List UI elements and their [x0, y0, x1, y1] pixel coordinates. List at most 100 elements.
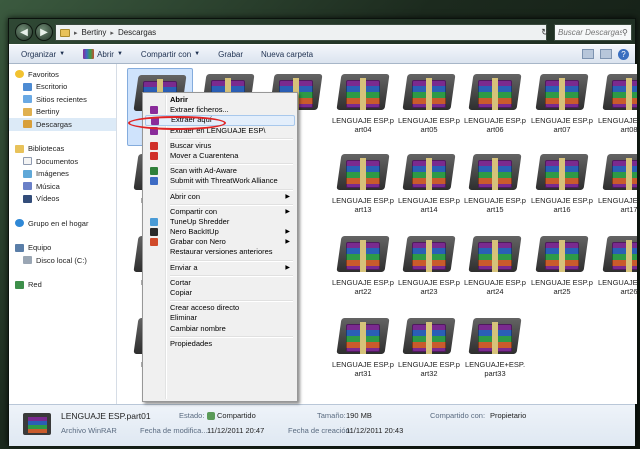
file-item[interactable]: LENGUAJE ESP.part04	[330, 68, 396, 146]
red-highlight-circle	[128, 116, 226, 130]
nav-homegroup[interactable]: Grupo en el hogar	[9, 217, 116, 230]
breadcrumb-descargas[interactable]: Descargas	[118, 28, 156, 37]
file-name: LENGUAJE ESP.part16	[531, 196, 593, 214]
winrar-archive-icon	[402, 154, 456, 192]
menu-item[interactable]: Copiar	[145, 288, 295, 298]
nero-burn-icon	[150, 238, 158, 247]
menu-item[interactable]: Cortar	[145, 278, 295, 288]
file-item[interactable]: LENGUAJE ESP.part14	[396, 148, 462, 226]
file-item[interactable]: LENGUAJE ESP.part15	[462, 148, 528, 226]
menu-item[interactable]: Abrir con ▶	[145, 192, 295, 202]
menu-item[interactable]: TuneUp Shredder	[145, 217, 295, 227]
file-item[interactable]: LENGUAJE ESP.part16	[529, 148, 595, 226]
address-bar[interactable]: ▸ Bertiny ▸ Descargas	[55, 24, 547, 41]
nav-libraries[interactable]: Bibliotecas	[9, 143, 116, 156]
nav-favorites[interactable]: Favoritos	[9, 68, 116, 81]
back-button[interactable]: ◀	[15, 23, 33, 41]
menu-item[interactable]: Eliminar	[145, 313, 295, 323]
nav-item-imagenes[interactable]: Imágenes	[9, 168, 116, 181]
nav-computer[interactable]: Equipo	[9, 242, 116, 255]
menu-item[interactable]: Nero BackItUp ▶	[145, 227, 295, 237]
menu-item-label: Propiedades	[170, 338, 213, 348]
menu-item[interactable]: Buscar virus	[145, 141, 295, 151]
nav-label: Equipo	[28, 243, 52, 253]
file-item[interactable]: LENGUAJE ESP.part24	[462, 230, 528, 308]
menu-item[interactable]: Scan with Ad-Aware	[145, 166, 295, 176]
share-with-button[interactable]: Compartir con ▼	[137, 50, 204, 59]
menu-item[interactable]: Enviar a ▶	[145, 263, 295, 273]
file-name: LENGUAJE ESP.part31	[332, 360, 394, 378]
nav-network[interactable]: Red	[9, 279, 116, 292]
submenu-arrow-icon: ▶	[285, 264, 290, 271]
preview-pane-icon[interactable]	[600, 48, 612, 59]
file-item[interactable]: LENGUAJE ESP.part07	[529, 68, 595, 146]
file-item[interactable]: LENGUAJE ESP.part06	[462, 68, 528, 146]
open-button[interactable]: Abrir ▼	[79, 49, 127, 59]
nav-item-disk-c[interactable]: Disco local (C:)	[9, 254, 116, 267]
winrar-archive-icon	[402, 318, 456, 356]
menu-item[interactable]: Restaurar versiones anteriores	[145, 247, 295, 257]
winrar-archive-icon	[336, 236, 390, 274]
file-item[interactable]: LENGUAJE+ESP.part33	[462, 312, 528, 390]
view-options-icon[interactable]	[582, 48, 594, 59]
help-icon[interactable]: ?	[618, 48, 629, 60]
pictures-icon	[23, 169, 32, 178]
breadcrumb-separator-icon: ▸	[110, 29, 114, 37]
nav-item-recent[interactable]: Sitios recientes	[9, 93, 116, 106]
nav-label: Bibliotecas	[28, 144, 65, 154]
file-name: LENGUAJE ESP.part32	[398, 360, 460, 378]
nav-item-documentos[interactable]: Documentos	[9, 155, 116, 168]
navigation-pane: Favoritos Escritorio Sitios recientes Be…	[9, 64, 117, 404]
winrar-archive-icon	[535, 74, 589, 112]
organize-button[interactable]: Organizar ▼	[17, 50, 69, 59]
menu-item[interactable]: Propiedades	[145, 339, 295, 349]
menu-item[interactable]: Extraer ficheros...	[145, 105, 295, 115]
menu-item[interactable]: Submit with ThreatWork Alliance	[145, 176, 295, 186]
menu-item[interactable]: Cambiar nombre	[145, 324, 295, 334]
nav-item-escritorio[interactable]: Escritorio	[9, 81, 116, 94]
file-item[interactable]: LENGUAJE ESP.part26	[596, 230, 637, 308]
menu-item[interactable]: Abrir	[145, 95, 295, 105]
nav-item-bertiny[interactable]: Bertiny	[9, 106, 116, 119]
refresh-button[interactable]: ↻	[539, 25, 551, 39]
details-size-value: 190 MB	[346, 411, 372, 420]
menu-item-label: Compartir con	[170, 206, 218, 216]
file-item[interactable]: LENGUAJE ESP.part22	[330, 230, 396, 308]
nero-icon	[150, 228, 158, 237]
new-folder-label: Nueva carpeta	[261, 49, 314, 59]
file-item[interactable]: LENGUAJE ESP.part31	[330, 312, 396, 390]
file-item[interactable]: LENGUAJE ESP.part32	[396, 312, 462, 390]
burn-button[interactable]: Grabar	[214, 50, 247, 59]
breadcrumb-bertiny[interactable]: Bertiny	[82, 28, 107, 37]
menu-item[interactable]: Grabar con Nero ▶	[145, 237, 295, 247]
file-item[interactable]: LENGUAJE ESP.part05	[396, 68, 462, 146]
menu-item-label: Nero BackItUp	[170, 227, 219, 237]
file-item[interactable]: LENGUAJE ESP.part25	[529, 230, 595, 308]
view-controls: ?	[582, 48, 629, 60]
shredder-icon	[150, 217, 158, 226]
menu-item[interactable]: Crear acceso directo	[145, 303, 295, 313]
file-name: LENGUAJE ESP.part04	[332, 116, 394, 134]
menu-item[interactable]: Compartir con ▶	[145, 207, 295, 217]
details-modified-key: Fecha de modifica...:	[140, 426, 210, 435]
organize-label: Organizar	[21, 49, 57, 59]
file-item[interactable]: LENGUAJE ESP.part23	[396, 230, 462, 308]
search-box[interactable]: ⚲	[554, 24, 632, 41]
winrar-archive-icon	[602, 74, 637, 112]
details-pane: LENGUAJE ESP.part01 Archivo WinRAR Estad…	[9, 404, 635, 446]
hard-disk-icon	[23, 256, 32, 265]
nav-item-musica[interactable]: Música	[9, 180, 116, 193]
nav-item-descargas[interactable]: Descargas	[9, 118, 116, 131]
file-item[interactable]: LENGUAJE ESP.part08	[596, 68, 637, 146]
menu-item[interactable]: Mover a Cuarentena	[145, 151, 295, 161]
search-input[interactable]	[558, 28, 622, 37]
forward-button[interactable]: ▶	[35, 23, 53, 41]
desktop-icon	[23, 82, 32, 91]
explorer-window: ◀ ▶ ▸ Bertiny ▸ Descargas ↻ ⚲ Organizar …	[8, 18, 637, 446]
new-folder-button[interactable]: Nueva carpeta	[257, 50, 317, 59]
file-item[interactable]: LENGUAJE ESP.part17	[596, 148, 637, 226]
state-text: Compartido	[217, 411, 256, 420]
file-item[interactable]: LENGUAJE ESP.part13	[330, 148, 396, 226]
nav-item-videos[interactable]: Vídeos	[9, 193, 116, 206]
winrar-archive-icon	[602, 236, 637, 274]
